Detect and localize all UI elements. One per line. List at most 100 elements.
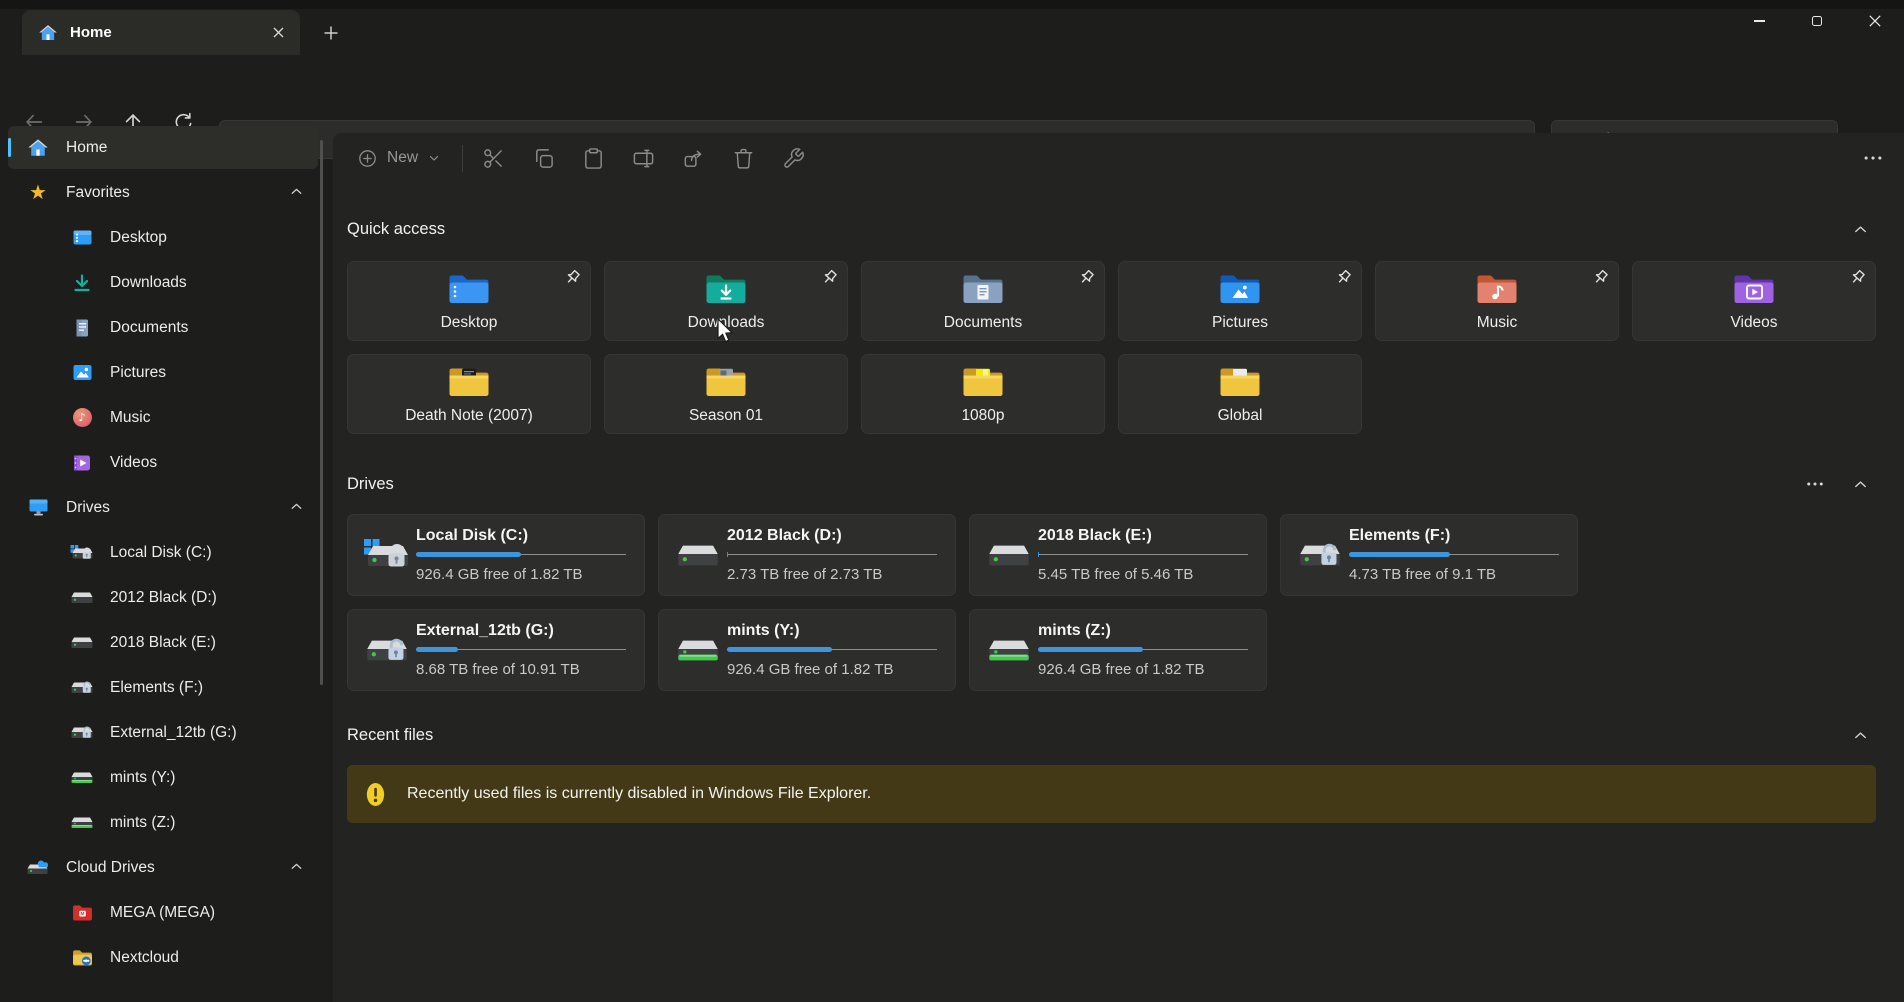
chevron-up-icon[interactable] [288,183,305,200]
folder-yellow-thumbnail-icon [962,364,1004,398]
tools-button[interactable] [782,147,805,170]
tile-label: Videos [1633,314,1875,332]
trash-icon [732,147,755,170]
tab-close-button[interactable] [264,19,292,47]
drive-tile-mints-z[interactable]: mints (Z:) 926.4 GB free of 1.82 TB [969,609,1267,691]
quick-access-tile-desktop[interactable]: Desktop [347,261,591,341]
maximize-button[interactable] [1788,0,1846,42]
toolbar-more-button[interactable] [1862,147,1884,169]
sidebar-item-local-disk-c[interactable]: Local Disk (C:) [8,531,318,574]
tab-home[interactable]: Home [22,10,300,55]
sidebar-item-nextcloud[interactable]: Nextcloud [8,936,318,979]
sidebar-item-documents[interactable]: Documents [8,306,318,349]
quick-access-tile-pictures[interactable]: Pictures [1118,261,1362,341]
drive-free-space: 8.68 TB free of 10.91 TB [416,661,626,678]
sidebar-item-external-12tb-g[interactable]: External_12tb (G:) [8,711,318,754]
music-icon: ♪ [70,406,94,430]
sidebar-item-videos[interactable]: Videos [8,441,318,484]
chevron-up-icon[interactable] [288,498,305,515]
drive-tile-external-12tb-g[interactable]: External_12tb (G:) 8.68 TB free of 10.91… [347,609,645,691]
sidebar-item-label: 2012 Black (D:) [110,589,217,607]
drive-tile-elements-f[interactable]: Elements (F:) 4.73 TB free of 9.1 TB [1280,514,1578,596]
monitor-icon [26,496,50,520]
command-toolbar: New [333,133,1904,183]
drive-icon [70,631,94,655]
drive-tile-2012-black-d[interactable]: 2012 Black (D:) 2.73 TB free of 2.73 TB [658,514,956,596]
drives-more-button[interactable] [1805,474,1825,494]
titlebar: Home [0,0,1904,55]
chevron-up-icon [1851,220,1870,239]
quick-access-tile-death-note[interactable]: Death Note (2007) [347,354,591,434]
cut-button[interactable] [482,147,505,170]
collapse-recent-files-button[interactable] [1851,726,1870,745]
desktop-icon [70,226,94,250]
tile-label: Music [1376,314,1618,332]
sidebar-scrollbar[interactable] [320,140,323,685]
new-tab-button[interactable] [317,19,345,47]
drive-tile-2018-black-e[interactable]: 2018 Black (E:) 5.45 TB free of 5.46 TB [969,514,1267,596]
sidebar-item-mints-z[interactable]: mints (Z:) [8,801,318,844]
sidebar-item-label: MEGA (MEGA) [110,904,215,922]
copy-button[interactable] [532,147,555,170]
drive-tile-mints-y[interactable]: mints (Y:) 926.4 GB free of 1.82 TB [658,609,956,691]
quick-access-tile-documents[interactable]: Documents [861,261,1105,341]
quick-access-tile-music[interactable]: Music [1375,261,1619,341]
drive-lock-icon [70,721,94,745]
sidebar-item-mints-y[interactable]: mints (Y:) [8,756,318,799]
sidebar-item-drives[interactable]: Drives [8,486,318,529]
sidebar-item-elements-f[interactable]: Elements (F:) [8,666,318,709]
pictures-icon [70,361,94,385]
sidebar-item-music[interactable]: ♪ Music [8,396,318,439]
sidebar-item-desktop[interactable]: Desktop [8,216,318,259]
delete-button[interactable] [732,147,755,170]
tile-label: 1080p [862,407,1104,425]
quick-access-tile-1080p[interactable]: 1080p [861,354,1105,434]
sidebar-item-mega[interactable]: M MEGA (MEGA) [8,891,318,934]
plus-circle-icon [357,148,378,169]
documents-icon [70,316,94,340]
sidebar-item-downloads[interactable]: Downloads [8,261,318,304]
folder-yellow-plain-icon [1219,364,1261,398]
drive-name: mints (Y:) [727,622,937,640]
paste-button[interactable] [582,147,605,170]
sidebar-item-favorites[interactable]: ★ Favorites [8,171,318,214]
sidebar-item-label: Documents [110,319,188,337]
share-button[interactable] [682,147,705,170]
collapse-quick-access-button[interactable] [1851,220,1870,239]
rename-button[interactable] [632,147,655,170]
drive-windows-lock-icon [358,538,416,572]
close-button[interactable] [1846,0,1904,42]
quick-access-tile-global[interactable]: Global [1118,354,1362,434]
toolbar-actions [482,147,805,170]
sidebar-item-home[interactable]: Home [8,126,318,169]
sidebar-item-2012-black-d[interactable]: 2012 Black (D:) [8,576,318,619]
chevron-up-icon[interactable] [288,858,305,875]
tile-label: Downloads [605,314,847,332]
quick-access-tile-season-01[interactable]: Season 01 [604,354,848,434]
sidebar-item-2018-black-e[interactable]: 2018 Black (E:) [8,621,318,664]
sidebar-item-cloud-drives[interactable]: Cloud Drives [8,846,318,889]
home-tab-icon [38,23,58,43]
sidebar-item-label: Desktop [110,229,167,247]
drive-usage-bar [1038,647,1248,652]
videos-icon [70,451,94,475]
sidebar-item-pictures[interactable]: Pictures [8,351,318,394]
window-controls [1730,0,1904,42]
chevron-down-icon [427,151,441,165]
section-title: Recent files [347,726,433,745]
tile-label: Season 01 [605,407,847,425]
new-button[interactable]: New [357,148,441,169]
drive-free-space: 5.45 TB free of 5.46 TB [1038,566,1248,583]
drive-free-space: 926.4 GB free of 1.82 TB [727,661,937,678]
sidebar-item-label: External_12tb (G:) [110,724,237,742]
drive-tile-local-disk-c[interactable]: Local Disk (C:) 926.4 GB free of 1.82 TB [347,514,645,596]
drive-icon [980,539,1038,571]
section-title: Quick access [347,220,445,239]
quick-access-tile-downloads[interactable]: Downloads [604,261,848,341]
minimize-button[interactable] [1730,0,1788,42]
drive-lock-icon [70,676,94,700]
quick-access-tile-videos[interactable]: Videos [1632,261,1876,341]
drive-icon [669,539,727,571]
drive-name: Elements (F:) [1349,527,1559,545]
collapse-drives-button[interactable] [1851,475,1870,494]
